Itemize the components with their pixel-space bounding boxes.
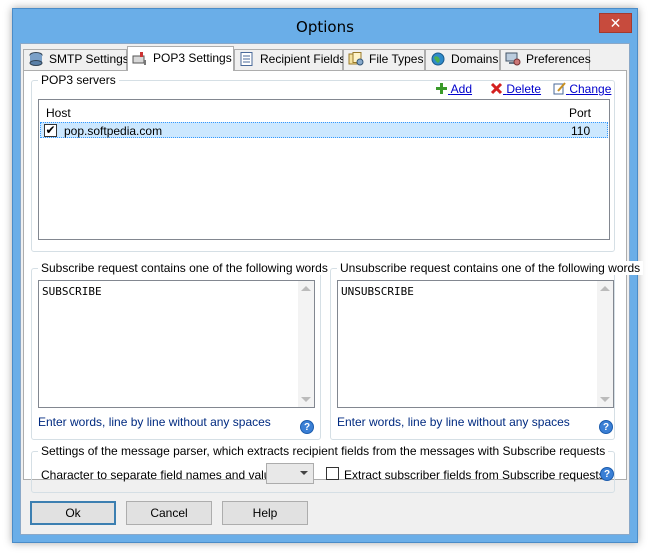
parser-settings-group: Settings of the message parser, which ex…	[31, 444, 615, 493]
database-icon	[28, 52, 44, 66]
subscribe-scrollbar[interactable]	[298, 281, 314, 407]
unsubscribe-words-value: UNSUBSCRIBE	[341, 285, 414, 298]
unsubscribe-hint: Enter words, line by line without any sp…	[337, 415, 570, 429]
subscribe-group: Subscribe request contains one of the fo…	[31, 261, 331, 440]
tab-label: Domains	[451, 52, 499, 66]
tab-domains[interactable]: Domains	[425, 49, 500, 70]
mailbox-icon	[132, 50, 148, 65]
subscribe-words-textarea[interactable]: SUBSCRIBE	[38, 280, 315, 408]
pop3-servers-caption: POP3 servers	[38, 73, 119, 87]
server-port: 110	[571, 124, 591, 138]
list-header: Host Port	[39, 100, 609, 122]
scroll-up-icon[interactable]	[301, 286, 311, 291]
close-button[interactable]: ✕	[599, 13, 632, 33]
tab-label: POP3 Settings	[153, 51, 232, 65]
parser-settings-caption: Settings of the message parser, which ex…	[38, 444, 609, 458]
tab-file-types[interactable]: File Types	[343, 49, 425, 70]
pop3-servers-group: POP3 servers Add Delete Change Host Port…	[31, 73, 615, 252]
unsubscribe-words-textarea[interactable]: UNSUBSCRIBE	[337, 280, 614, 408]
tab-label: SMTP Settings	[49, 52, 129, 66]
server-host: pop.softpedia.com	[64, 124, 163, 138]
help-button[interactable]: Help	[222, 501, 308, 525]
server-enabled-checkbox[interactable]: ✔	[44, 124, 57, 137]
add-icon	[435, 82, 448, 96]
cancel-button[interactable]: Cancel	[126, 501, 212, 525]
subscribe-hint: Enter words, line by line without any sp…	[38, 415, 271, 429]
document-list-icon	[239, 52, 255, 66]
delete-button[interactable]: Delete	[490, 82, 541, 96]
help-icon[interactable]: ?	[300, 420, 314, 434]
add-button[interactable]: Add	[435, 82, 472, 96]
unsubscribe-caption: Unsubscribe request contains one of the …	[337, 261, 644, 275]
add-label: Add	[450, 82, 473, 96]
separator-combobox[interactable]	[266, 463, 314, 484]
help-icon[interactable]: ?	[599, 420, 613, 434]
table-row[interactable]: ✔ pop.softpedia.com 110	[40, 122, 608, 138]
delete-label: Delete	[506, 82, 542, 96]
globe-icon	[430, 52, 446, 66]
tab-smtp-settings[interactable]: SMTP Settings	[23, 49, 129, 70]
tab-strip: SMTP Settings POP3 Settings Recipient Fi…	[23, 46, 623, 71]
options-window: Options ✕ SMTP Settings POP3 Settings Re…	[12, 8, 644, 543]
tab-label: Recipient Fields	[260, 52, 346, 66]
pop3-settings-panel: POP3 servers Add Delete Change Host Port…	[23, 70, 644, 493]
chevron-down-icon[interactable]	[300, 471, 308, 475]
computer-settings-icon	[505, 52, 521, 66]
window-title: Options	[296, 18, 354, 36]
edit-icon	[553, 82, 566, 96]
scroll-up-icon[interactable]	[600, 286, 610, 291]
scroll-down-icon[interactable]	[600, 397, 610, 402]
unsubscribe-scrollbar[interactable]	[597, 281, 613, 407]
tab-label: Preferences	[526, 52, 591, 66]
extract-fields-checkbox[interactable]	[326, 467, 339, 480]
subscribe-caption: Subscribe request contains one of the fo…	[38, 261, 331, 275]
pop3-server-list[interactable]: Host Port ✔ pop.softpedia.com 110	[38, 99, 610, 240]
titlebar[interactable]: Options ✕	[13, 9, 637, 43]
dialog-client: SMTP Settings POP3 Settings Recipient Fi…	[20, 43, 644, 535]
tab-preferences[interactable]: Preferences	[500, 49, 591, 70]
change-label: Change	[569, 82, 612, 96]
tab-recipient-fields[interactable]: Recipient Fields	[234, 49, 346, 70]
unsubscribe-group: Unsubscribe request contains one of the …	[330, 261, 644, 440]
help-icon[interactable]: ?	[600, 467, 614, 481]
extract-fields-label[interactable]: Extract subscriber fields from Subscribe…	[344, 468, 605, 482]
port-column-header[interactable]: Port	[569, 106, 591, 120]
host-column-header[interactable]: Host	[46, 106, 71, 120]
files-icon	[348, 52, 364, 66]
change-button[interactable]: Change	[553, 82, 611, 96]
delete-icon	[490, 82, 503, 96]
scroll-down-icon[interactable]	[301, 397, 311, 402]
separator-label: Character to separate field names and va…	[41, 468, 290, 482]
ok-button[interactable]: Ok	[30, 501, 116, 525]
tab-label: File Types	[369, 52, 424, 66]
tab-pop3-settings[interactable]: POP3 Settings	[127, 46, 234, 71]
subscribe-words-value: SUBSCRIBE	[42, 285, 102, 298]
